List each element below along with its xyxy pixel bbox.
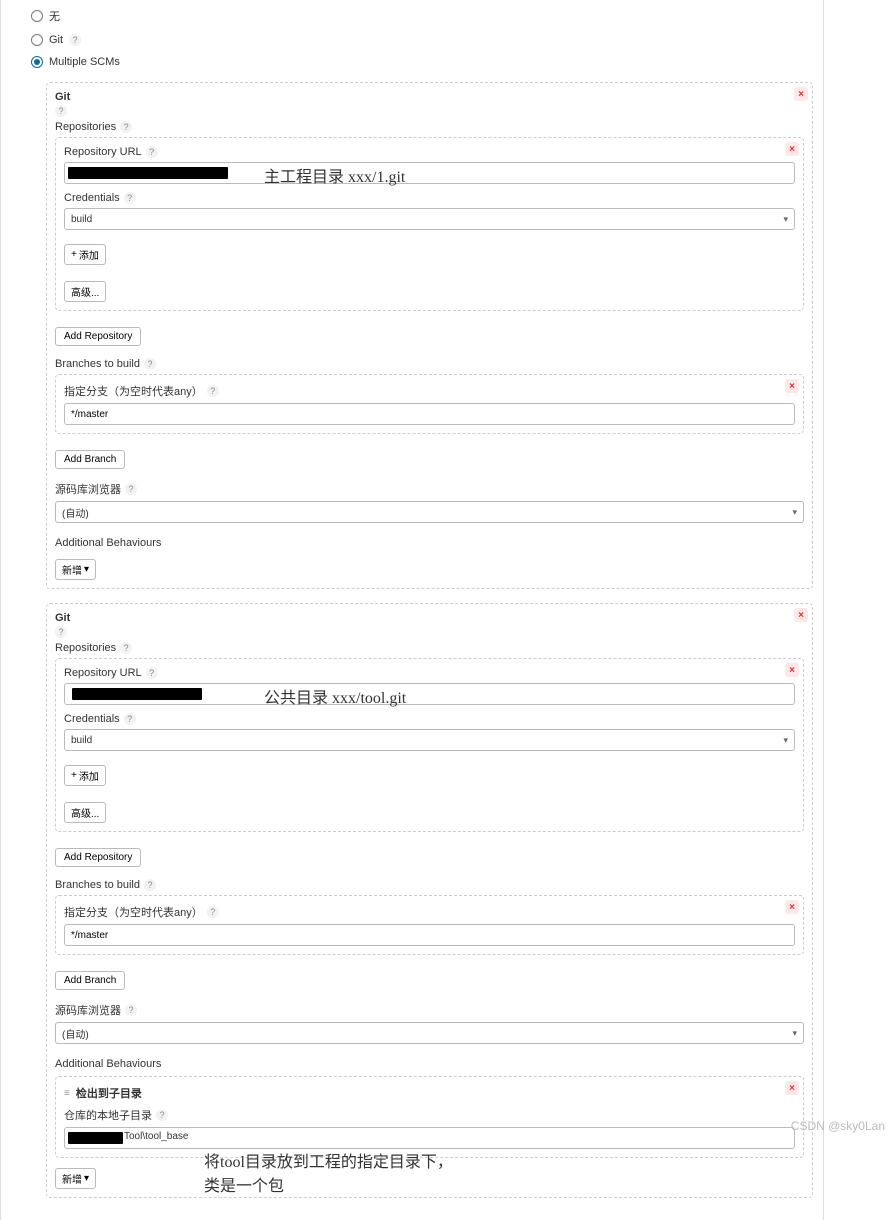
add-behaviour-button[interactable]: 新增 ▾ <box>55 559 96 580</box>
help-icon[interactable]: ? <box>146 667 158 679</box>
branches-label: Branches to build <box>55 358 140 370</box>
help-icon[interactable]: ? <box>156 1109 168 1121</box>
help-icon[interactable]: ? <box>55 105 67 117</box>
help-icon[interactable]: ? <box>124 713 136 725</box>
browser-label: 源码库浏览器 <box>55 1002 121 1018</box>
scm-title: Git <box>55 612 804 624</box>
delete-scm-button[interactable]: × <box>794 87 808 101</box>
radio-scm-multiple[interactable] <box>31 56 43 68</box>
help-icon[interactable]: ? <box>146 146 158 158</box>
behaviour-title: 检出到子目录 <box>76 1085 142 1101</box>
watermark: CSDN @sky0Lan <box>791 1119 885 1133</box>
scm-block-2: × Git ? Repositories ? × Repository URL … <box>46 603 813 1198</box>
radio-scm-none[interactable] <box>31 10 43 22</box>
radio-scm-git[interactable] <box>31 34 43 46</box>
branch-spec-label: 指定分支（为空时代表any） <box>64 383 203 399</box>
branches-label: Branches to build <box>55 879 140 891</box>
delete-branch-button[interactable]: × <box>785 900 799 914</box>
help-icon[interactable]: ? <box>69 34 81 46</box>
branch-spec-input[interactable] <box>64 403 795 425</box>
radio-label-git: Git <box>49 34 63 46</box>
branch-spec-label: 指定分支（为空时代表any） <box>64 904 203 920</box>
repository-box: × Repository URL ? 公共目录 xxx/tool.git Cre… <box>55 658 804 832</box>
help-icon[interactable]: ? <box>144 358 156 370</box>
repo-url-label: Repository URL <box>64 146 142 158</box>
advanced-button[interactable]: 高级... <box>64 281 106 302</box>
help-icon[interactable]: ? <box>120 642 132 654</box>
add-behaviour-button[interactable]: 新增 ▾ <box>55 1168 96 1189</box>
help-icon[interactable]: ? <box>207 385 219 397</box>
help-icon[interactable]: ? <box>55 626 67 638</box>
branch-box: × 指定分支（为空时代表any） ? <box>55 895 804 955</box>
delete-repo-button[interactable]: × <box>785 142 799 156</box>
repo-url-label: Repository URL <box>64 667 142 679</box>
drag-handle-icon[interactable]: ≡ <box>64 1088 70 1099</box>
delete-scm-button[interactable]: × <box>794 608 808 622</box>
delete-branch-button[interactable]: × <box>785 379 799 393</box>
add-credentials-button[interactable]: + 添加 <box>64 765 106 786</box>
add-branch-button[interactable]: Add Branch <box>55 971 125 990</box>
delete-repo-button[interactable]: × <box>785 663 799 677</box>
help-icon[interactable]: ? <box>144 879 156 891</box>
browser-select[interactable]: (自动) <box>55 501 804 523</box>
branch-spec-input[interactable] <box>64 924 795 946</box>
branch-box: × 指定分支（为空时代表any） ? <box>55 374 804 434</box>
credentials-label: Credentials <box>64 713 120 725</box>
help-icon[interactable]: ? <box>207 906 219 918</box>
annotation-text: 将tool目录放到工程的指定目录下， 类是一个包 <box>204 1151 453 1199</box>
browser-select[interactable]: (自动) <box>55 1022 804 1044</box>
radio-label-none: 无 <box>49 8 60 24</box>
help-icon[interactable]: ? <box>125 1004 137 1016</box>
repositories-label: Repositories <box>55 121 116 133</box>
credentials-label: Credentials <box>64 192 120 204</box>
repository-box: × Repository URL ? 主工程目录 xxx/1.git Crede… <box>55 137 804 311</box>
add-repository-button[interactable]: Add Repository <box>55 327 141 346</box>
help-icon[interactable]: ? <box>120 121 132 133</box>
credentials-select[interactable]: build <box>64 729 795 751</box>
help-icon[interactable]: ? <box>124 192 136 204</box>
add-credentials-button[interactable]: + 添加 <box>64 244 106 265</box>
delete-behaviour-button[interactable]: × <box>785 1081 799 1095</box>
radio-label-multiple: Multiple SCMs <box>49 56 120 68</box>
repositories-label: Repositories <box>55 642 116 654</box>
behaviours-label: Additional Behaviours <box>55 537 161 549</box>
add-repository-button[interactable]: Add Repository <box>55 848 141 867</box>
subdir-label: 仓库的本地子目录 <box>64 1107 152 1123</box>
advanced-button[interactable]: 高级... <box>64 802 106 823</box>
behaviours-label: Additional Behaviours <box>55 1058 161 1070</box>
browser-label: 源码库浏览器 <box>55 481 121 497</box>
credentials-select[interactable]: build <box>64 208 795 230</box>
help-icon[interactable]: ? <box>125 483 137 495</box>
scm-title: Git <box>55 91 804 103</box>
behaviour-checkout-subdir: × ≡ 检出到子目录 仓库的本地子目录 ? Tool\tool_base 将to… <box>55 1076 804 1158</box>
add-branch-button[interactable]: Add Branch <box>55 450 125 469</box>
scm-block-1: × Git ? Repositories ? × Repository URL … <box>46 82 813 589</box>
